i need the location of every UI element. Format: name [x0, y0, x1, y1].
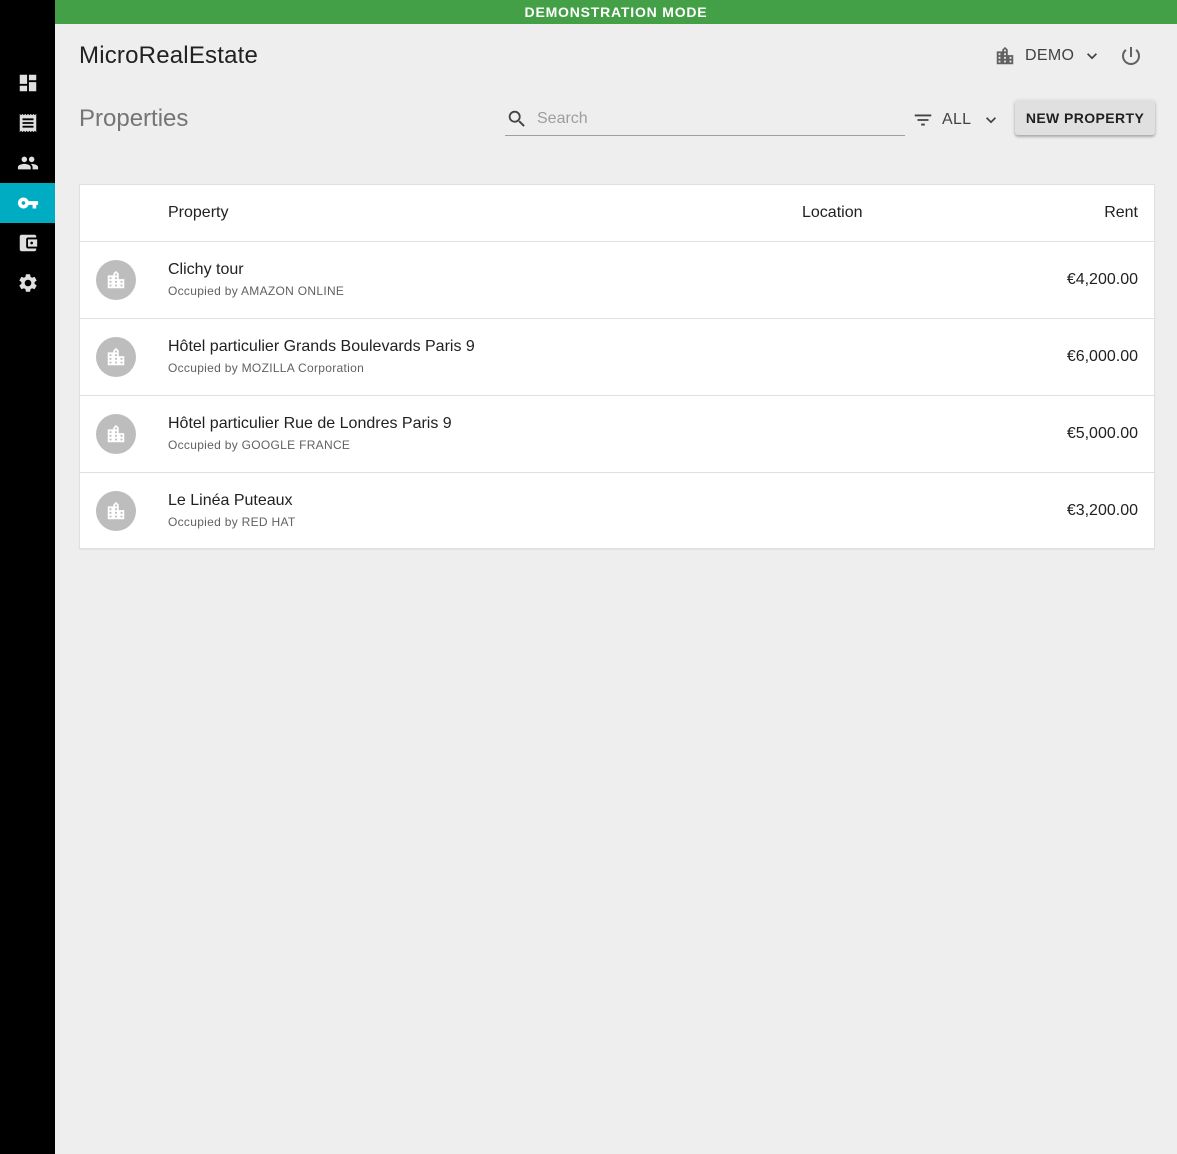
building-icon — [994, 45, 1016, 67]
power-icon — [1122, 47, 1140, 65]
table-row[interactable]: Clichy tour Occupied by AMAZON ONLINE €4… — [80, 242, 1154, 319]
organization-select[interactable]: DEMO — [994, 42, 1102, 70]
page-title: Properties — [79, 105, 189, 132]
search-input[interactable] — [537, 109, 887, 128]
table-header: Property Location Rent — [80, 185, 1154, 242]
column-header-location[interactable]: Location — [802, 204, 863, 222]
property-name: Le Linéa Puteaux — [168, 492, 293, 509]
demo-mode-banner: DEMONSTRATION MODE — [55, 0, 1177, 24]
nav-rents[interactable] — [0, 103, 55, 143]
building-icon — [107, 424, 125, 443]
status-filter-select[interactable]: ALL — [912, 106, 1001, 134]
avatar — [96, 337, 136, 377]
receipt-icon — [19, 113, 36, 133]
properties-table: Property Location Rent Clichy tour Occup… — [79, 184, 1155, 549]
organization-label: DEMO — [1025, 47, 1075, 64]
wallet-icon — [19, 234, 37, 252]
chevron-down-icon — [1082, 46, 1102, 66]
dashboard-icon — [19, 74, 36, 92]
filter-icon — [912, 109, 934, 131]
nav-properties[interactable] — [0, 183, 55, 223]
column-header-rent[interactable]: Rent — [1104, 204, 1138, 222]
property-occupant: Occupied by RED HAT — [168, 515, 296, 529]
property-occupant: Occupied by GOOGLE FRANCE — [168, 438, 351, 452]
nav-dashboard[interactable] — [0, 63, 55, 103]
property-name: Hôtel particulier Grands Boulevards Pari… — [168, 338, 475, 355]
table-row[interactable]: Hôtel particulier Grands Boulevards Pari… — [80, 319, 1154, 396]
new-property-button[interactable]: NEW PROPERTY — [1015, 100, 1155, 135]
settings-icon — [18, 274, 37, 292]
column-header-property[interactable]: Property — [168, 204, 228, 222]
nav-accounting[interactable] — [0, 223, 55, 263]
building-icon — [107, 270, 125, 289]
property-rent: €5,000.00 — [1066, 425, 1138, 442]
property-rent: €6,000.00 — [1066, 348, 1138, 365]
property-rent: €3,200.00 — [1066, 502, 1138, 519]
sidebar — [0, 0, 55, 1154]
building-icon — [107, 347, 125, 366]
property-name: Hôtel particulier Rue de Londres Paris 9 — [168, 415, 452, 432]
key-icon — [17, 197, 38, 209]
property-occupant: Occupied by MOZILLA Corporation — [168, 361, 365, 375]
table-row[interactable]: Hôtel particulier Rue de Londres Paris 9… — [80, 396, 1154, 473]
filter-label: ALL — [942, 111, 972, 128]
search-box — [505, 102, 905, 136]
property-rent: €4,200.00 — [1066, 271, 1138, 288]
nav-tenants[interactable] — [0, 143, 55, 183]
building-icon — [107, 501, 125, 520]
avatar — [96, 260, 136, 300]
property-name: Clichy tour — [168, 261, 244, 278]
property-occupant: Occupied by AMAZON ONLINE — [168, 284, 345, 298]
avatar — [96, 414, 136, 454]
people-icon — [17, 156, 38, 170]
table-row[interactable]: Le Linéa Puteaux Occupied by RED HAT €3,… — [80, 473, 1154, 550]
avatar — [96, 491, 136, 531]
logout-button[interactable] — [1117, 42, 1145, 70]
app-title: MicroRealEstate — [79, 42, 259, 69]
nav-settings[interactable] — [0, 263, 55, 303]
chevron-down-icon — [981, 110, 1001, 130]
search-icon — [505, 108, 528, 130]
